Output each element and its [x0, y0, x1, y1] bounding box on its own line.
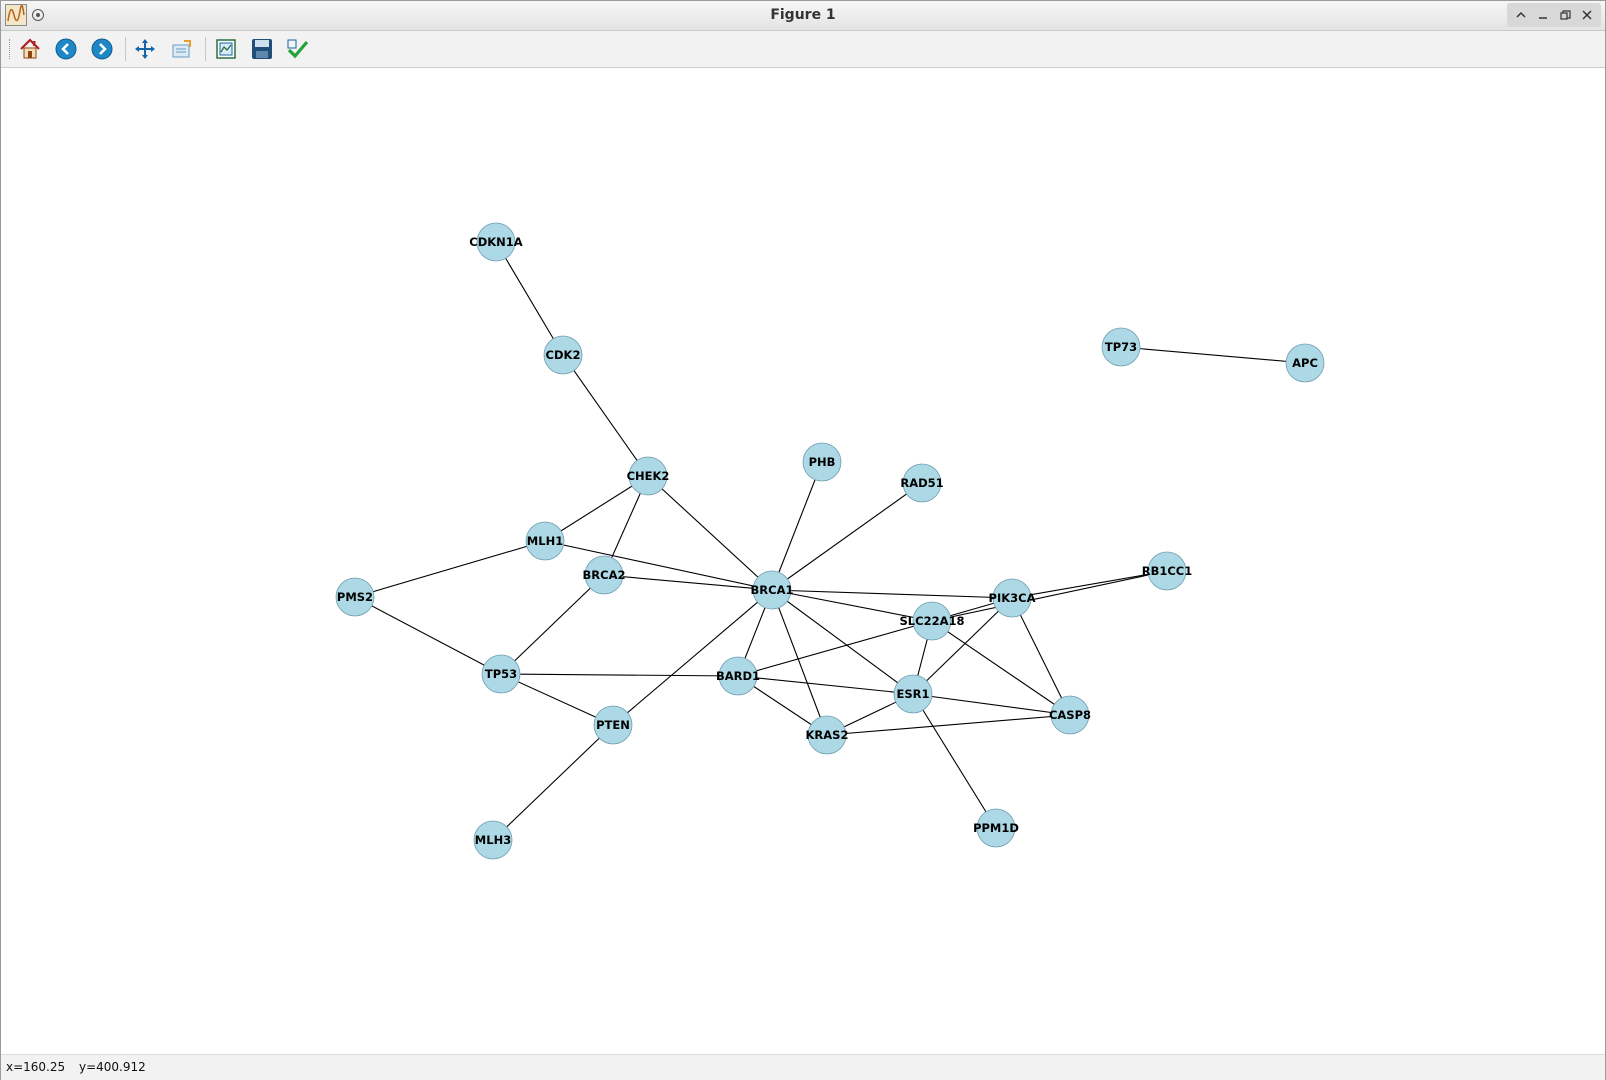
edge-tp53-bard1	[500, 673, 739, 677]
pan-icon[interactable]	[131, 35, 159, 63]
title-bar[interactable]: Figure 1	[1, 1, 1605, 31]
edge-cdkn1a-cdk2	[495, 241, 564, 356]
edge-mlh1-pms2	[354, 540, 546, 598]
toolbar-separator	[205, 37, 206, 61]
edge-slc22a18-casp8	[931, 620, 1071, 716]
network-graph[interactable]: CDKN1A CDK2 CHEK2 PHB RAD51 TP73 APC MLH1 BRCA2 P…	[2, 68, 1604, 1053]
home-icon[interactable]	[16, 35, 44, 63]
node-label: BARD1	[716, 669, 760, 683]
node-ppm1d: PPM1D	[973, 808, 1019, 848]
node-bard1: BARD1	[716, 656, 760, 696]
forward-icon[interactable]	[88, 35, 116, 63]
node-label: ESR1	[897, 687, 930, 701]
node-label: PHB	[809, 455, 836, 469]
edge-esr1-ppm1d	[912, 693, 997, 829]
subplots-icon[interactable]	[212, 35, 240, 63]
save-icon[interactable]	[248, 35, 276, 63]
customize-icon[interactable]	[284, 35, 312, 63]
node-kras2: KRAS2	[806, 715, 849, 755]
node-tp73: TP73	[1101, 327, 1141, 367]
toolbar-separator	[125, 37, 126, 61]
edge-mlh1-brca1	[544, 540, 773, 591]
node-label: KRAS2	[806, 728, 849, 742]
node-label: PMS2	[337, 590, 373, 604]
edge-rad51-brca1	[771, 482, 923, 591]
edge-pten-brca1	[612, 589, 773, 726]
node-pten: PTEN	[593, 705, 633, 745]
node-mlh1: MLH1	[525, 521, 565, 561]
figure-canvas[interactable]: CDKN1A CDK2 CHEK2 PHB RAD51 TP73 APC MLH1 BRCA2 P…	[2, 68, 1604, 1053]
node-apc: APC	[1285, 343, 1325, 383]
edge-brca1-kras2	[771, 589, 828, 736]
edge-pms2-tp53	[354, 596, 502, 675]
node-label: CDKN1A	[469, 235, 523, 249]
node-brca2: BRCA2	[583, 555, 626, 595]
node-cdkn1a: CDKN1A	[469, 222, 523, 262]
node-tp53: TP53	[481, 654, 521, 694]
node-mlh3: MLH3	[473, 820, 513, 860]
node-label: PPM1D	[973, 821, 1019, 835]
node-esr1: ESR1	[893, 674, 933, 714]
node-label: CASP8	[1049, 708, 1091, 722]
node-label: APC	[1292, 356, 1318, 370]
nodes-layer: CDKN1A CDK2 CHEK2 PHB RAD51 TP73 APC MLH1 BRCA2 P…	[335, 222, 1325, 860]
edge-cdk2-chek2	[562, 354, 649, 477]
node-label: RB1CC1	[1142, 564, 1193, 578]
up-icon[interactable]	[1511, 5, 1531, 25]
edge-phb-brca1	[771, 461, 823, 591]
edge-brca2-brca1	[603, 574, 773, 591]
edge-bard1-slc22a18	[737, 620, 933, 677]
node-pik3ca: PIK3CA	[989, 578, 1036, 618]
edge-brca1-esr1	[771, 589, 914, 695]
navigation-toolbar	[1, 31, 1605, 68]
node-label: SLC22A18	[900, 614, 965, 628]
window-title: Figure 1	[770, 7, 836, 23]
edge-esr1-casp8	[912, 693, 1071, 716]
cursor-y-readout: y=400.912	[79, 1060, 146, 1074]
edge-brca2-tp53	[500, 574, 605, 675]
node-label: TP73	[1105, 340, 1137, 354]
node-cdk2: CDK2	[543, 335, 583, 375]
toolbar-grip[interactable]	[9, 39, 13, 59]
close-icon[interactable]	[1577, 5, 1597, 25]
cursor-x-readout: x=160.25	[6, 1060, 66, 1074]
figure-window: Figure 1 CDKN1A CDK2 CHEK2 PHB RAD51 TP7…	[0, 0, 1606, 1080]
node-label: BRCA1	[751, 583, 794, 597]
back-icon[interactable]	[52, 35, 80, 63]
node-rad51: RAD51	[900, 463, 944, 503]
node-pms2: PMS2	[335, 577, 375, 617]
node-label: PIK3CA	[989, 591, 1036, 605]
edge-tp73-apc	[1120, 346, 1306, 364]
node-slc22a18: SLC22A18	[900, 601, 965, 641]
node-phb: PHB	[802, 442, 842, 482]
edge-pik3ca-casp8	[1011, 597, 1071, 716]
edge-pten-mlh3	[492, 724, 614, 841]
node-label: CDK2	[546, 348, 581, 362]
node-label: MLH3	[475, 833, 511, 847]
node-label: MLH1	[527, 534, 563, 548]
status-bar: x=160.25 y=400.912	[1, 1054, 1605, 1080]
node-label: BRCA2	[583, 568, 626, 582]
node-label: CHEK2	[627, 469, 670, 483]
node-label: PTEN	[596, 718, 630, 732]
node-label: TP53	[485, 667, 517, 681]
node-rb1cc1: RB1CC1	[1142, 551, 1193, 591]
window-controls	[1507, 3, 1601, 27]
node-label: RAD51	[900, 476, 943, 490]
zoom-icon[interactable]	[168, 35, 196, 63]
edge-bard1-esr1	[737, 675, 914, 695]
restore-icon[interactable]	[1555, 5, 1575, 25]
edge-chek2-brca1	[647, 475, 773, 591]
node-casp8: CASP8	[1049, 695, 1091, 735]
minimize-icon[interactable]	[1533, 5, 1553, 25]
